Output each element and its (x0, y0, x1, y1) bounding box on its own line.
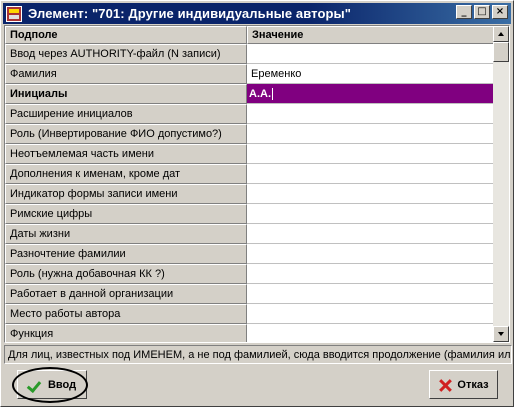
subfield-value-cell[interactable] (247, 284, 494, 304)
table-row[interactable]: Роль (нужна добавочная КК ?) (5, 264, 494, 284)
subfield-name-cell[interactable]: Место работы автора (5, 304, 247, 324)
table-row[interactable]: Фамилия Еременко (5, 64, 494, 84)
cancel-button[interactable]: Отказ (429, 370, 498, 399)
value-text: А.А. (249, 87, 273, 100)
title-bar[interactable]: Элемент: "701: Другие индивидуальные авт… (3, 3, 511, 24)
table-row[interactable]: Даты жизни (5, 224, 494, 244)
subfield-value-cell[interactable] (247, 324, 494, 342)
subfield-name-cell[interactable]: Фамилия (5, 64, 247, 84)
subfield-value-cell[interactable] (247, 204, 494, 224)
table-row[interactable]: Ввод через AUTHORITY-файл (N записи) (5, 44, 494, 64)
subfield-name-cell[interactable]: Римские цифры (5, 204, 247, 224)
subfield-value-cell[interactable] (247, 104, 494, 124)
app-icon[interactable] (6, 5, 22, 22)
minimize-button[interactable]: _ (456, 5, 472, 19)
column-header-subfield[interactable]: Подполе (5, 26, 247, 44)
grid-header: Подполе Значение (5, 26, 494, 44)
subfield-name-cell[interactable]: Расширение инициалов (5, 104, 247, 124)
subfield-value-cell[interactable] (247, 264, 494, 284)
close-icon: × (495, 6, 505, 17)
scroll-up-button[interactable] (493, 26, 509, 42)
column-header-value[interactable]: Значение (247, 26, 494, 44)
vertical-scrollbar[interactable] (493, 26, 509, 342)
scroll-thumb[interactable] (493, 42, 509, 62)
subfield-name-cell[interactable]: Работает в данной организации (5, 284, 247, 304)
subfield-name-cell[interactable]: Даты жизни (5, 224, 247, 244)
title-buttons: _ □ × (454, 5, 508, 19)
window-title: Элемент: "701: Другие индивидуальные авт… (28, 6, 351, 21)
table-row[interactable]: Роль (Инвертирование ФИО допустимо?) (5, 124, 494, 144)
hint-bar: Для лиц, известных под ИМЕНЕМ, а не под … (4, 345, 512, 364)
table-row[interactable]: Дополнения к именам, кроме дат (5, 164, 494, 184)
subfield-name-cell[interactable]: Ввод через AUTHORITY-файл (N записи) (5, 44, 247, 64)
table-row[interactable]: Место работы автора (5, 304, 494, 324)
subfield-value-cell[interactable] (247, 244, 494, 264)
subfield-value-cell[interactable] (247, 144, 494, 164)
subfield-name-cell[interactable]: Неотъемлемая часть имени (5, 144, 247, 164)
subfield-name-cell[interactable]: Функция (5, 324, 247, 342)
scroll-down-button[interactable] (493, 326, 509, 342)
subfield-value-cell[interactable] (247, 184, 494, 204)
subfield-value-cell[interactable]: Еременко (247, 64, 494, 84)
table-row[interactable]: Неотъемлемая часть имени (5, 144, 494, 164)
table-row[interactable]: Римские цифры (5, 204, 494, 224)
x-icon (438, 378, 452, 392)
checkmark-icon (28, 378, 42, 392)
subfield-name-cell[interactable]: Роль (Инвертирование ФИО допустимо?) (5, 124, 247, 144)
subfield-value-cell[interactable] (247, 224, 494, 244)
maximize-icon: □ (477, 6, 487, 17)
table-row[interactable]: Расширение инициалов (5, 104, 494, 124)
subfield-name-cell[interactable]: Индикатор формы записи имени (5, 184, 247, 204)
table-row[interactable]: Разночтение фамилии (5, 244, 494, 264)
table-row[interactable]: Работает в данной организации (5, 284, 494, 304)
subfield-value-cell[interactable] (247, 44, 494, 64)
subfield-value-cell[interactable]: А.А. (247, 84, 494, 104)
minimize-icon: _ (461, 6, 467, 17)
subfield-name-cell[interactable]: Роль (нужна добавочная КК ?) (5, 264, 247, 284)
maximize-button[interactable]: □ (474, 5, 490, 19)
subfield-name-cell[interactable]: Разночтение фамилии (5, 244, 247, 264)
ok-label: Ввод (47, 378, 77, 391)
dialog-window: Элемент: "701: Другие индивидуальные авт… (0, 0, 514, 407)
grid-body: Ввод через AUTHORITY-файл (N записи) Фами… (5, 44, 494, 342)
subfield-value-cell[interactable] (247, 124, 494, 144)
subfield-name-cell[interactable]: Инициалы (5, 84, 247, 104)
table-row[interactable]: Функция (5, 324, 494, 342)
table-row[interactable]: Инициалы А.А. (5, 84, 494, 104)
table-row[interactable]: Индикатор формы записи имени (5, 184, 494, 204)
grid-table: Подполе Значение Ввод через AUTHORITY-фа… (5, 26, 494, 342)
close-button[interactable]: × (492, 5, 508, 19)
subfield-value-cell[interactable] (247, 304, 494, 324)
subfield-name-cell[interactable]: Дополнения к именам, кроме дат (5, 164, 247, 184)
ok-button[interactable]: Ввод (17, 370, 87, 399)
cancel-label: Отказ (457, 378, 489, 391)
subfield-value-cell[interactable] (247, 164, 494, 184)
subfield-grid: Подполе Значение Ввод через AUTHORITY-фа… (4, 25, 510, 343)
